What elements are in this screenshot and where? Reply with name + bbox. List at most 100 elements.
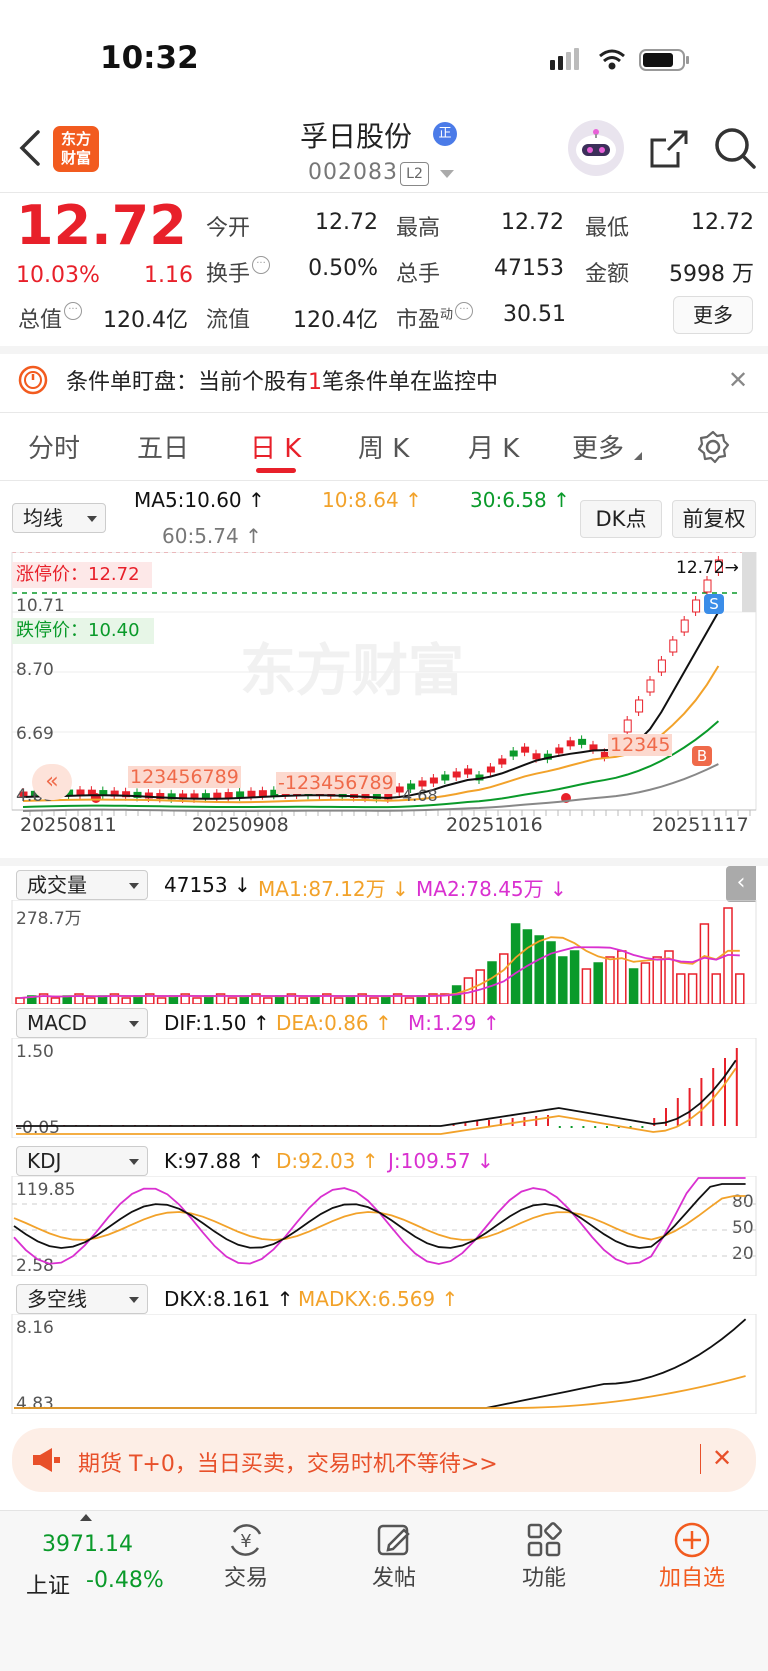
candle-body — [452, 771, 461, 778]
kline-chart[interactable]: 东方财富 — [0, 552, 768, 852]
pe-label-text: 市盈 — [396, 308, 441, 333]
volume-bar — [593, 962, 603, 1004]
collapse-panel-icon[interactable]: ‹ — [726, 866, 756, 902]
macd-bar — [535, 1116, 538, 1126]
yen-cycle-icon: ¥ — [230, 1524, 262, 1556]
kdj-select-label: KDJ — [27, 1149, 62, 1173]
close-icon[interactable]: ✕ — [728, 366, 748, 394]
volume-bar — [534, 935, 544, 1004]
x-date: 20250908 — [192, 814, 289, 836]
volume-bar — [192, 997, 202, 1004]
y-label: 6.69 — [16, 724, 54, 744]
robot-icon — [576, 129, 616, 165]
app-logo-line1: 东方 — [60, 130, 91, 148]
volume-value: 47153 — [494, 256, 564, 281]
back-icon[interactable] — [14, 128, 48, 168]
turnover-value: 0.50% — [308, 256, 378, 281]
nav-features[interactable]: 功能 — [484, 1520, 604, 1592]
macd-bar — [724, 1058, 726, 1126]
sell-marker: S — [704, 594, 724, 614]
adjust-button[interactable]: 前复权 — [672, 500, 756, 538]
macd-bar — [641, 1126, 644, 1128]
close-icon[interactable]: ✕ — [712, 1444, 732, 1472]
mktcap-label[interactable]: 总值 ··· — [18, 302, 83, 334]
status-icons — [550, 48, 689, 71]
add-circle-icon — [674, 1522, 710, 1558]
promo-text[interactable]: 期货 T+0，当日买卖，交易时机不等待>> — [78, 1446, 498, 1478]
dkx-chart[interactable] — [0, 1314, 768, 1414]
kdj-select[interactable]: KDJ — [16, 1146, 148, 1176]
tab-more[interactable]: 更多 — [572, 428, 624, 465]
info-icon[interactable]: ··· — [455, 302, 474, 320]
turnover-label[interactable]: 换手 ··· — [206, 256, 271, 288]
active-tab-indicator — [256, 468, 296, 473]
candle-body — [236, 791, 245, 798]
high-label: 最高 — [396, 216, 441, 241]
ma30-value: 30:6.58 ↑ — [470, 488, 570, 512]
candle-body — [646, 679, 655, 693]
kdj-chart[interactable] — [0, 1176, 768, 1276]
y-label: 10.71 — [16, 596, 65, 616]
macd-chart[interactable] — [0, 1038, 768, 1138]
madkx-value: MADKX:6.569 ↑ — [298, 1287, 459, 1311]
volume-select[interactable]: 成交量 — [16, 870, 148, 900]
candle-body — [224, 792, 233, 799]
info-icon[interactable]: ··· — [64, 302, 83, 320]
volume-select-label: 成交量 — [27, 873, 87, 897]
candle-body — [703, 579, 712, 593]
amount-label: 金额 — [585, 262, 630, 287]
macd-bar — [476, 1121, 479, 1126]
dkx-select[interactable]: 多空线 — [16, 1284, 148, 1314]
scroll-left-icon[interactable]: « — [32, 764, 72, 800]
low-value: 12.72 — [691, 210, 754, 235]
tab-weekly-k[interactable]: 周 K — [358, 428, 409, 465]
last-price: 12.72 — [16, 194, 187, 257]
volume-bar — [605, 956, 615, 1004]
index-value[interactable]: 3971.14 — [42, 1532, 133, 1557]
index-change[interactable]: -0.48% — [86, 1568, 164, 1593]
chevron-up-icon[interactable] — [80, 1514, 92, 1521]
volume-ma1: MA1:87.12万 ↓ — [258, 877, 409, 901]
nav-trade[interactable]: ¥ 交易 — [186, 1520, 306, 1592]
ma-select[interactable]: 均线 — [12, 503, 106, 533]
volume-ma2: MA2:78.45万 ↓ — [416, 877, 567, 901]
macd-dea: DEA:0.86 ↑ — [276, 1011, 392, 1035]
nav-post[interactable]: 发帖 — [334, 1520, 454, 1592]
condition-order-alert[interactable]: 条件单盯盘：当前个股有1笔条件单在监控中 — [66, 364, 498, 396]
macd-select[interactable]: MACD — [16, 1008, 148, 1038]
tab-monthly-k[interactable]: 月 K — [468, 428, 519, 465]
ai-assistant-avatar[interactable] — [568, 120, 624, 176]
alert-prefix: 条件单盯盘：当前个股有 — [66, 370, 309, 395]
grid-icon — [527, 1522, 562, 1557]
candle-body — [589, 744, 598, 751]
mktcap-label-text: 总值 — [18, 308, 63, 333]
gear-icon[interactable] — [696, 430, 730, 464]
dk-point-button[interactable]: DK点 — [580, 500, 662, 538]
volume-bar — [15, 997, 25, 1004]
tab-intraday[interactable]: 分时 — [28, 428, 80, 465]
share-icon[interactable] — [648, 128, 690, 170]
dkx-value: DKX:8.161 ↑ — [164, 1287, 294, 1311]
search-icon[interactable] — [713, 126, 757, 170]
more-button[interactable]: 更多 — [673, 296, 753, 334]
volume-bar — [369, 997, 379, 1004]
volume-bar — [558, 956, 568, 1004]
volume-chart[interactable] — [0, 900, 768, 1004]
nav-add-watchlist[interactable]: 加自选 — [632, 1520, 752, 1592]
volume-bar — [263, 997, 273, 1004]
candle-body — [532, 753, 541, 760]
tab-five-day[interactable]: 五日 — [137, 428, 189, 465]
open-value: 12.72 — [315, 210, 378, 235]
j-line — [13, 1177, 746, 1265]
amount-value: 5998 万 — [669, 262, 754, 287]
latest-price-marker: 12.72→ — [676, 558, 739, 578]
candle-body — [669, 639, 678, 653]
pe-label[interactable]: 市盈动 ··· — [396, 302, 474, 334]
index-name[interactable]: 上证 — [26, 1568, 70, 1600]
info-icon[interactable]: ··· — [252, 256, 271, 274]
tab-daily-k[interactable]: 日 K — [250, 428, 301, 465]
level2-badge[interactable]: L2 — [400, 162, 429, 186]
chart-frame — [11, 1314, 757, 1414]
alert-count: 1 — [308, 370, 323, 395]
chevron-down-icon[interactable] — [440, 170, 454, 178]
